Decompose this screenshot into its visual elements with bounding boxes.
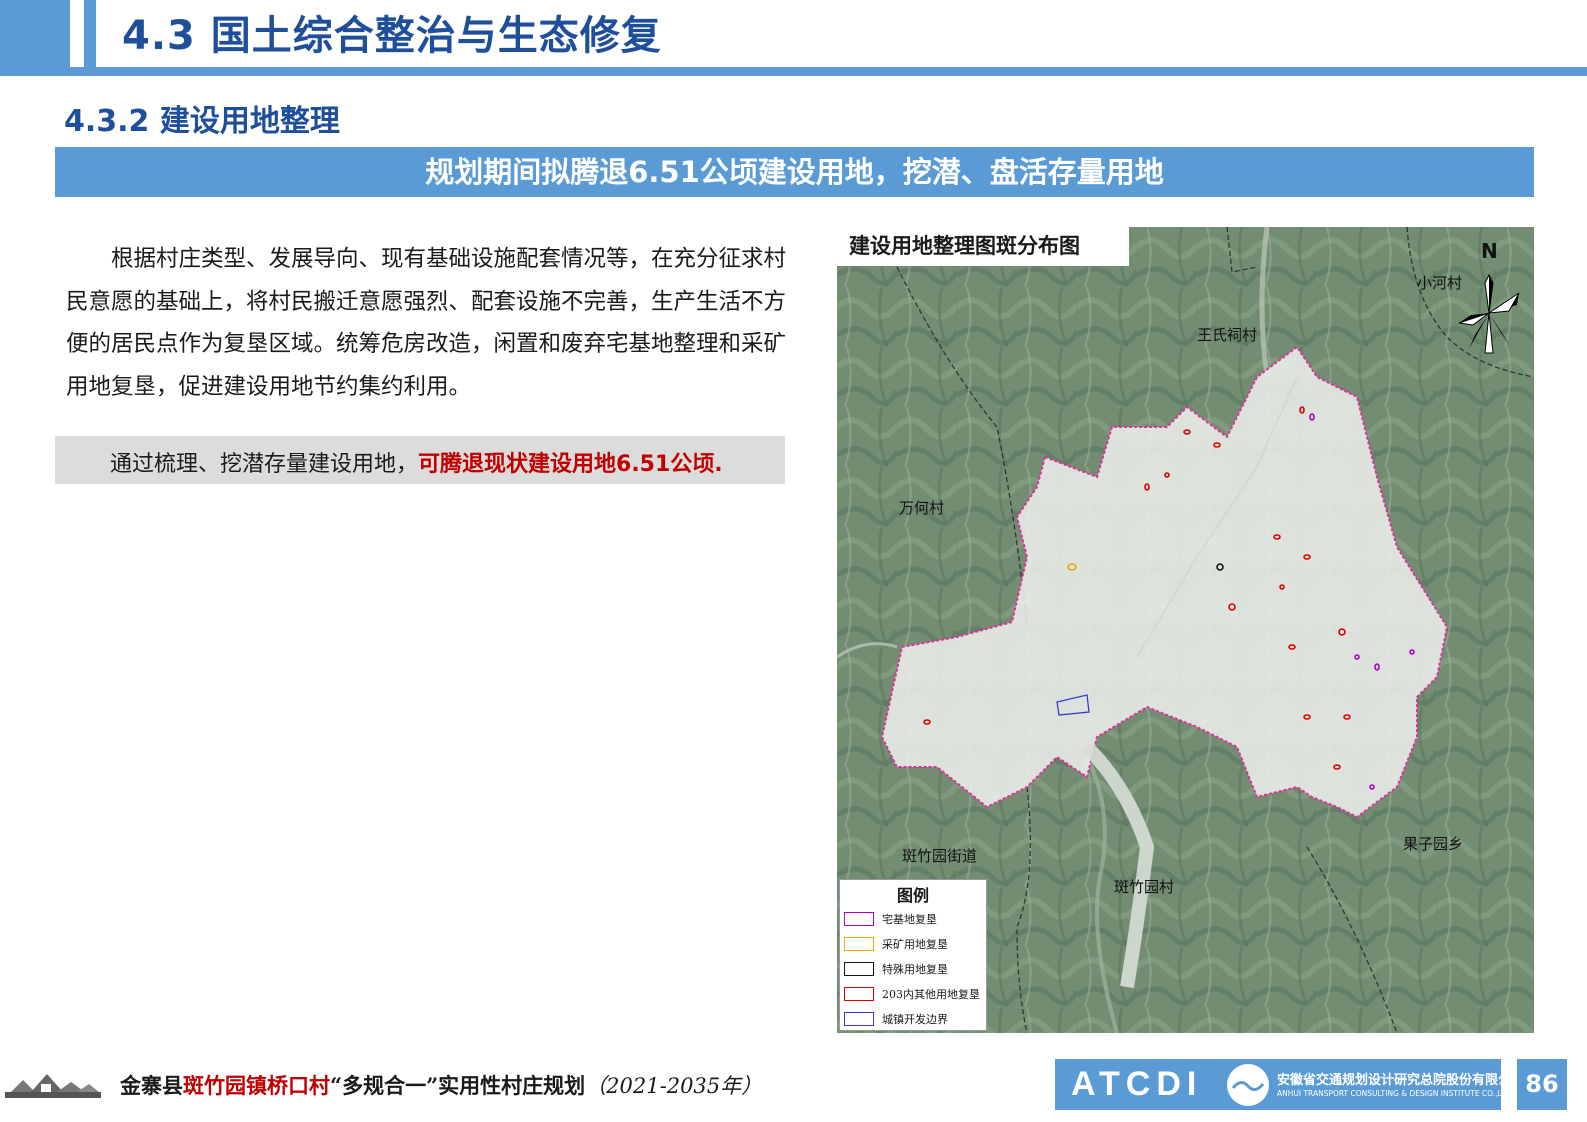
village-silhouette-logo <box>5 1074 101 1098</box>
place-label-guoziyuan: 果子园乡 <box>1403 835 1464 853</box>
company-logo-text: ATCDI <box>1071 1065 1203 1103</box>
legend-label: 特殊用地复垦 <box>882 962 948 976</box>
footer-years: （2021-2035年） <box>585 1074 763 1098</box>
company-banner: ATCDI 安徽省交通规划设计研究总院股份有限公司 ANHUI TRANSPOR… <box>1055 1059 1501 1110</box>
legend-swatch <box>844 936 874 951</box>
legend-swatch <box>844 1011 874 1026</box>
land-consolidation-map[interactable]: 建设用地整理图斑分布图 N 小河村 王氏祠村 万何村 斑竹园街道 斑竹园村 果子… <box>837 227 1534 1033</box>
place-label-banzhuyuan-street: 斑竹园街道 <box>902 847 978 865</box>
legend-title: 图例 <box>896 886 929 905</box>
footer-county: 金寨县 <box>120 1073 183 1098</box>
place-label-banzhuyuan-village: 斑竹园村 <box>1114 878 1175 896</box>
highlight-prefix: 通过梳理、挖潜存量建设用地， <box>110 452 419 477</box>
place-label-wangshici: 王氏祠村 <box>1197 326 1258 344</box>
map-legend: 图例 宅基地复垦 采矿用地复垦 特殊用地复垦 203内其他用地复垦 城镇开发边界 <box>839 879 987 1031</box>
legend-item: 203内其他用地复垦 <box>840 981 986 1006</box>
north-arrow: N <box>1449 239 1529 359</box>
highlight-emphasis: 可腾退现状建设用地6.51公顷. <box>418 452 723 477</box>
footer-plan-name: “多规合一”实用性村庄规划 <box>330 1073 586 1098</box>
subsection-title: 4.3.2 建设用地整理 <box>64 104 340 139</box>
company-name-cn: 安徽省交通规划设计研究总院股份有限公司 <box>1277 1073 1501 1088</box>
legend-swatch <box>844 961 874 976</box>
header-rule <box>0 67 1587 76</box>
header-accent-bar-2 <box>84 0 96 67</box>
place-label-wanhe: 万何村 <box>899 499 945 517</box>
legend-label: 宅基地复垦 <box>882 912 937 926</box>
legend-swatch <box>844 911 874 926</box>
key-message-banner: 规划期间拟腾退6.51公顷建设用地，挖潜、盘活存量用地 <box>55 147 1534 197</box>
highlight-box: 通过梳理、挖潜存量建设用地，可腾退现状建设用地6.51公顷. <box>55 436 785 484</box>
company-name-en: ANHUI TRANSPORT CONSULTING & DESIGN INST… <box>1277 1089 1501 1098</box>
legend-swatch <box>844 986 874 1001</box>
section-title: 4.3 国土综合整治与生态修复 <box>122 13 662 59</box>
legend-item: 宅基地复垦 <box>840 906 986 931</box>
legend-item: 城镇开发边界 <box>840 1006 986 1031</box>
north-label: N <box>1481 239 1498 263</box>
footer-place: 斑竹园镇桥口村 <box>183 1073 330 1098</box>
footer-plan-title: 金寨县斑竹园镇桥口村“多规合一”实用性村庄规划（2021-2035年） <box>120 1070 762 1100</box>
body-paragraph: 根据村庄类型、发展导向、现有基础设施配套情况等，在充分征求村民意愿的基础上，将村… <box>66 246 787 400</box>
legend-label: 城镇开发边界 <box>882 1012 948 1026</box>
place-label-xiaohe: 小河村 <box>1417 274 1463 292</box>
company-emblem-icon <box>1227 1064 1269 1106</box>
header-accent-bar <box>0 0 70 67</box>
page-number: 86 <box>1517 1059 1567 1110</box>
legend-item: 特殊用地复垦 <box>840 956 986 981</box>
legend-label: 203内其他用地复垦 <box>882 987 980 1001</box>
legend-label: 采矿用地复垦 <box>882 937 948 951</box>
legend-item: 采矿用地复垦 <box>840 931 986 956</box>
map-title: 建设用地整理图斑分布图 <box>837 227 1129 266</box>
